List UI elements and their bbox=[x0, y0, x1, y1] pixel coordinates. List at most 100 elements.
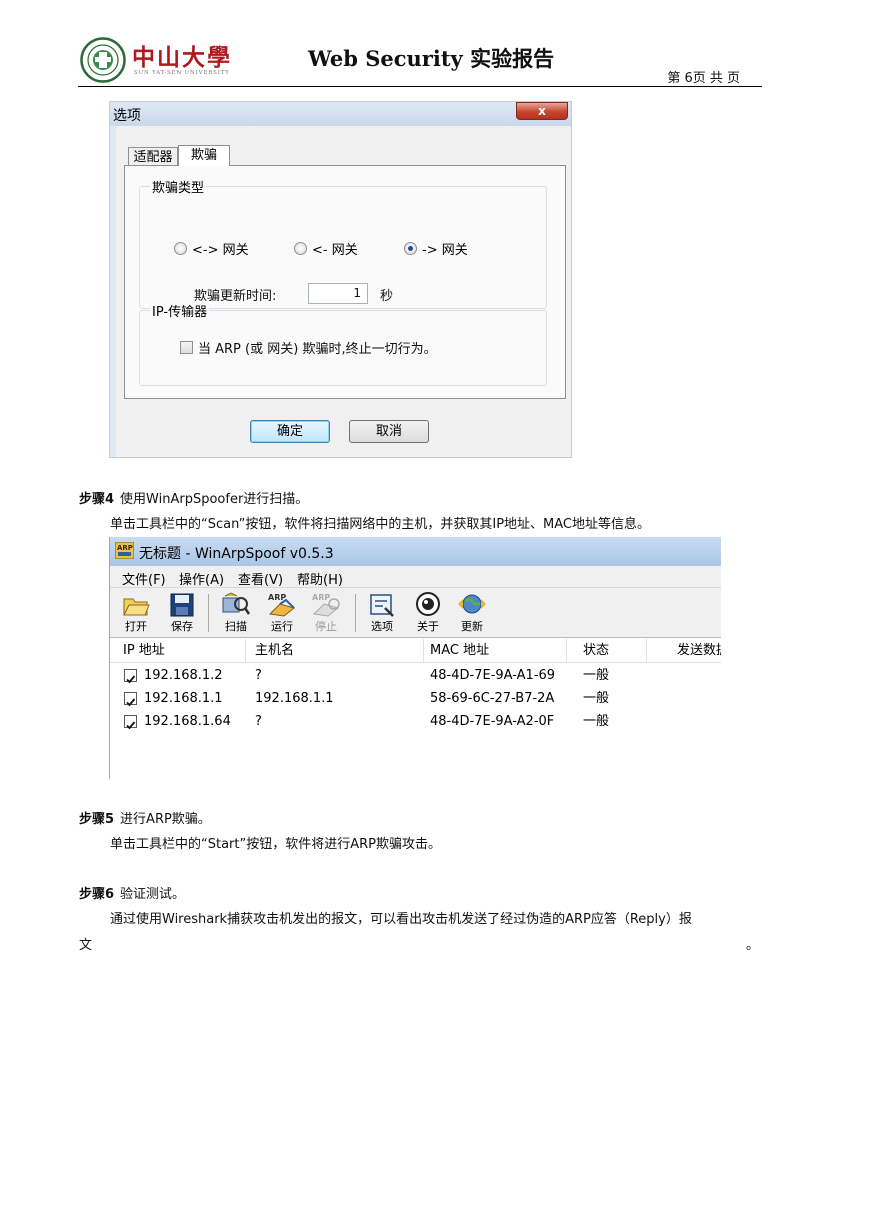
page-number: 第 6页 共 页 bbox=[667, 71, 740, 86]
radio-label: <-> 网关 bbox=[192, 243, 249, 258]
svg-text:ARP: ARP bbox=[312, 593, 330, 602]
step5-title: 进行ARP欺骗。 bbox=[120, 812, 211, 827]
stop-all-checkbox[interactable]: 当 ARP (或 网关) 欺骗时,终止一切行为。 bbox=[180, 338, 437, 357]
menubar: 文件(F) 操作(A) 查看(V) 帮助(H) bbox=[110, 566, 721, 588]
menu-view[interactable]: 查看(V) bbox=[238, 569, 283, 588]
scan-icon bbox=[222, 592, 251, 615]
step6-label: 步骤6 bbox=[79, 887, 115, 902]
host-table-header: IP 地址 主机名 MAC 地址 状态 发送数据 bbox=[110, 639, 721, 663]
menu-help[interactable]: 帮助(H) bbox=[297, 569, 343, 588]
update-button[interactable]: 更新 bbox=[452, 592, 492, 636]
dialog-frame bbox=[110, 126, 116, 457]
arp-run-icon: ARP bbox=[268, 593, 296, 617]
row-hostname: ? bbox=[255, 714, 262, 729]
tool-label: 保存 bbox=[171, 620, 193, 633]
checkmark-icon bbox=[126, 721, 136, 730]
tool-label: 关于 bbox=[417, 620, 439, 633]
table-row[interactable]: 192.168.1.2 ? 48-4D-7E-9A-A1-69 一般 bbox=[110, 664, 721, 687]
arp-app-icon: ARP bbox=[115, 542, 134, 559]
row-mac: 48-4D-7E-9A-A2-0F bbox=[430, 714, 555, 729]
tool-label: 停止 bbox=[315, 620, 337, 633]
tab-spoof[interactable]: 欺骗 bbox=[178, 145, 230, 166]
options-button[interactable]: 选项 bbox=[362, 592, 402, 636]
menu-file[interactable]: 文件(F) bbox=[122, 569, 166, 588]
column-ip[interactable]: IP 地址 bbox=[110, 639, 246, 663]
page-header: 中山大學 SUN YAT-SEN UNIVERSITY Web Security… bbox=[78, 34, 762, 87]
open-button[interactable]: 打开 bbox=[116, 592, 156, 636]
tool-label: 打开 bbox=[125, 620, 147, 633]
ip-forwarder-label: IP-传输器 bbox=[150, 301, 210, 320]
tool-label: 扫描 bbox=[225, 620, 247, 633]
row-status: 一般 bbox=[583, 691, 610, 706]
step5-heading: 步骤5 进行ARP欺骗。 bbox=[79, 808, 211, 827]
menu-action[interactable]: 操作(A) bbox=[179, 569, 224, 588]
app-title: 无标题 - WinArpSpoof v0.5.3 bbox=[139, 546, 334, 562]
toolbar-separator bbox=[355, 594, 356, 632]
svg-text:ARP: ARP bbox=[117, 544, 133, 552]
university-seal-logo bbox=[80, 37, 126, 83]
step6-description-line2: 文 bbox=[79, 938, 93, 953]
tool-label: 运行 bbox=[271, 620, 293, 633]
start-button[interactable]: ARP 运行 bbox=[262, 592, 302, 636]
arp-stop-icon: ARP bbox=[312, 593, 340, 617]
stop-button[interactable]: ARP 停止 bbox=[306, 592, 346, 636]
radio-bidirectional[interactable]: <-> 网关 bbox=[174, 239, 249, 258]
close-button[interactable]: x bbox=[516, 102, 568, 120]
ok-button[interactable]: 确定 bbox=[250, 420, 330, 443]
row-checkbox[interactable] bbox=[124, 715, 137, 730]
radio-label: <- 网关 bbox=[312, 243, 358, 258]
step5-description: 单击工具栏中的“Start”按钮，软件将进行ARP欺骗攻击。 bbox=[110, 837, 441, 852]
checkmark-icon bbox=[126, 698, 136, 707]
column-mac[interactable]: MAC 地址 bbox=[424, 639, 567, 663]
checkbox-label: 当 ARP (或 网关) 欺骗时,终止一切行为。 bbox=[198, 342, 437, 357]
row-ip: 192.168.1.1 bbox=[144, 691, 223, 706]
options-icon bbox=[370, 594, 394, 617]
radio-label: -> 网关 bbox=[422, 243, 468, 258]
step4-heading: 步骤4 使用WinArpSpoofer进行扫描。 bbox=[79, 488, 308, 507]
step6-title: 验证测试。 bbox=[120, 887, 186, 902]
logo-subtitle: SUN YAT-SEN UNIVERSITY bbox=[134, 70, 230, 76]
tool-label: 更新 bbox=[461, 620, 483, 633]
floppy-save-icon bbox=[170, 593, 194, 617]
radio-button-icon bbox=[294, 242, 307, 255]
row-status: 一般 bbox=[583, 668, 610, 683]
radio-to-gateway[interactable]: -> 网关 bbox=[404, 239, 468, 258]
row-mac: 48-4D-7E-9A-A1-69 bbox=[430, 668, 556, 683]
row-mac: 58-69-6C-27-B7-2A bbox=[430, 691, 555, 706]
row-status: 一般 bbox=[583, 714, 610, 729]
scan-button[interactable]: 扫描 bbox=[216, 592, 256, 636]
update-time-input[interactable]: 1 bbox=[308, 283, 368, 304]
row-checkbox[interactable] bbox=[124, 692, 137, 707]
checkbox-icon bbox=[180, 341, 193, 354]
table-row[interactable]: 192.168.1.1 192.168.1.1 58-69-6C-27-B7-2… bbox=[110, 687, 721, 710]
checkmark-icon bbox=[126, 675, 136, 684]
toolbar: 打开 保存 扫描 ARP 运行 ARP 停止 选项 关于 更新 bbox=[110, 588, 721, 638]
winarpspoof-window: ARP 无标题 - WinArpSpoof v0.5.3 文件(F) 操作(A)… bbox=[109, 537, 721, 779]
step4-description: 单击工具栏中的“Scan”按钮，软件将扫描网络中的主机，并获取其IP地址、MAC… bbox=[110, 517, 650, 532]
folder-open-icon bbox=[123, 598, 150, 616]
row-checkbox[interactable] bbox=[124, 669, 137, 684]
column-status[interactable]: 状态 bbox=[567, 639, 647, 663]
tab-adapter[interactable]: 适配器 bbox=[128, 147, 178, 166]
about-eye-icon bbox=[416, 592, 440, 616]
spoof-type-group: 欺骗类型 <-> 网关 <- 网关 -> 网关 欺骗更新时间: 1 秒 bbox=[139, 177, 547, 309]
column-sent[interactable]: 发送数据 bbox=[647, 639, 721, 663]
step4-title: 使用WinArpSpoofer进行扫描。 bbox=[120, 492, 309, 507]
row-hostname: ? bbox=[255, 668, 262, 683]
cancel-button[interactable]: 取消 bbox=[349, 420, 429, 443]
radio-button-icon bbox=[174, 242, 187, 255]
table-row[interactable]: 192.168.1.64 ? 48-4D-7E-9A-A2-0F 一般 bbox=[110, 710, 721, 733]
about-button[interactable]: 关于 bbox=[408, 592, 448, 636]
update-time-unit: 秒 bbox=[380, 289, 394, 304]
step6-heading: 步骤6 验证测试。 bbox=[79, 883, 185, 902]
save-button[interactable]: 保存 bbox=[162, 592, 202, 636]
ip-forwarder-group: IP-传输器 当 ARP (或 网关) 欺骗时,终止一切行为。 bbox=[139, 301, 547, 386]
column-hostname[interactable]: 主机名 bbox=[246, 639, 424, 663]
step6-description-end: 。 bbox=[746, 938, 760, 953]
radio-from-gateway[interactable]: <- 网关 bbox=[294, 239, 358, 258]
tab-panel-spoof: 欺骗类型 <-> 网关 <- 网关 -> 网关 欺骗更新时间: 1 秒 IP-传… bbox=[124, 165, 566, 399]
spoof-type-label: 欺骗类型 bbox=[150, 177, 207, 196]
options-dialog: 选项 x 适配器 欺骗 欺骗类型 <-> 网关 <- 网关 -> 网关 欺骗更新… bbox=[109, 101, 572, 458]
row-ip: 192.168.1.2 bbox=[144, 668, 223, 683]
app-titlebar: ARP 无标题 - WinArpSpoof v0.5.3 bbox=[110, 537, 721, 566]
